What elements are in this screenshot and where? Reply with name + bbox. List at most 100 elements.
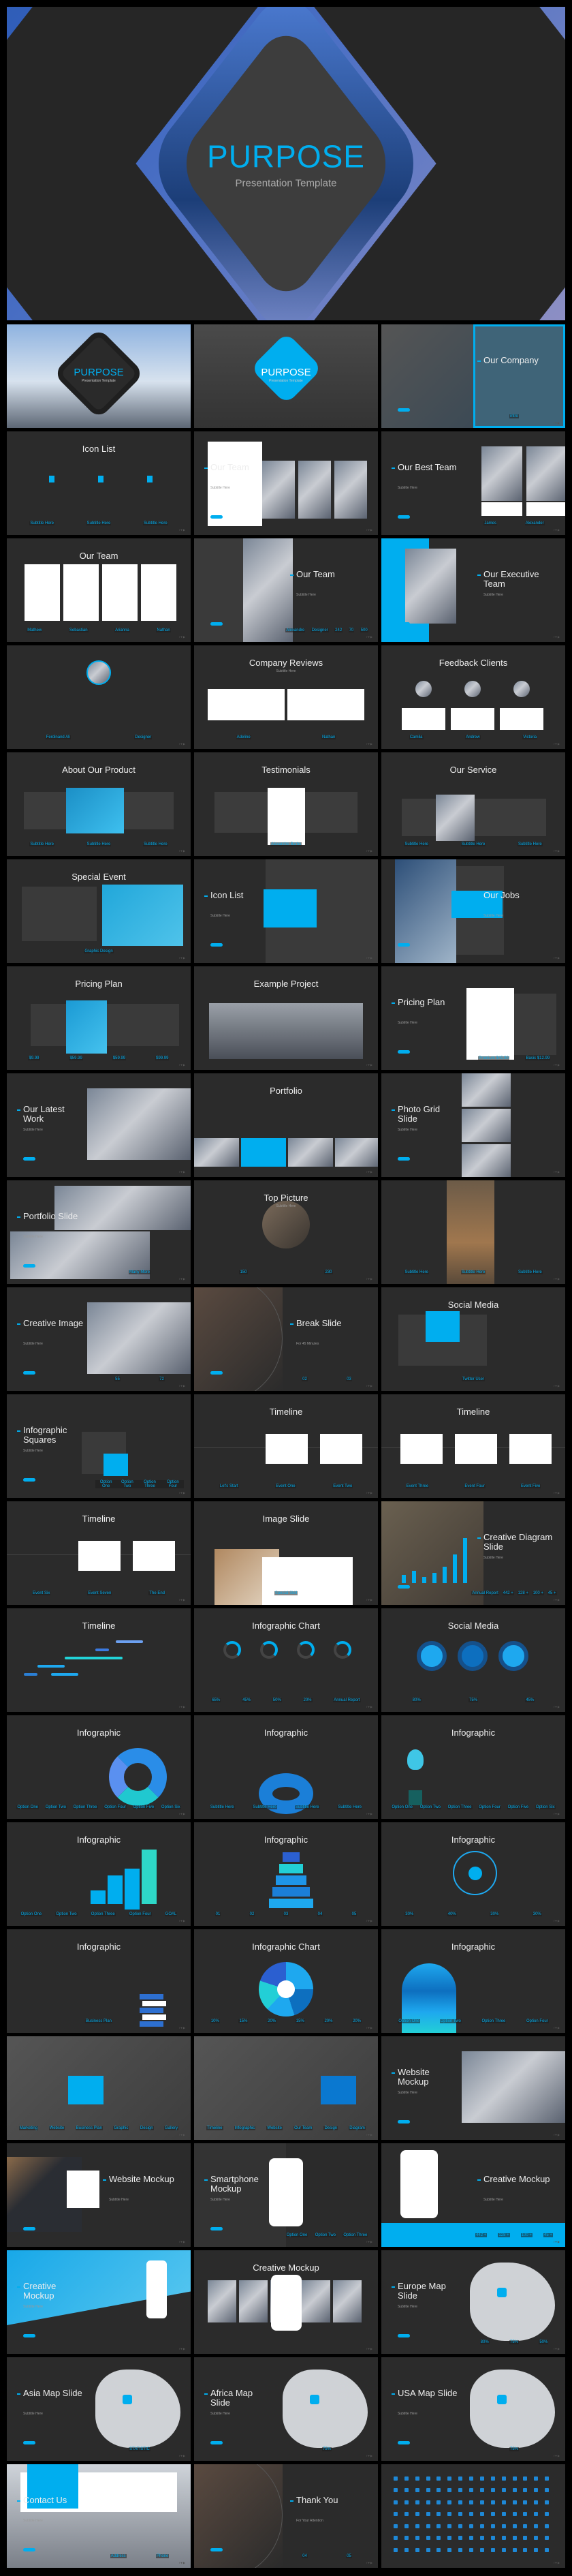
slide-thumbnail[interactable]: Marketing Website Business Plan Graphic Desi… bbox=[7, 2036, 191, 2140]
slide-thumbnail[interactable]: Our Company intro f ♥ ▶ bbox=[381, 324, 565, 428]
learn-more-button[interactable] bbox=[23, 1264, 35, 1268]
slide-title: Creative Image bbox=[17, 1318, 84, 1328]
slide-thumbnail[interactable]: Our Best Team Subtitle Here James Alexander… bbox=[381, 431, 565, 535]
slide-thumbnail[interactable]: Creative Mockup Subtitle Here f ♥ ▶ bbox=[7, 2250, 191, 2354]
learn-more-button[interactable] bbox=[398, 1050, 410, 1054]
slide-thumbnail[interactable]: Website Mockup Subtitle Here f ♥ ▶ bbox=[381, 2036, 565, 2140]
slide-thumbnail[interactable]: Creative Mockup f ♥ ▶ bbox=[194, 2250, 378, 2354]
slide-thumbnail[interactable]: Creative Image Subtitle Here 55 72 f ♥ ▶ bbox=[7, 1287, 191, 1391]
slide-thumbnail[interactable]: Africa Map Slide Subtitle Here 75% f ♥ ▶ bbox=[194, 2357, 378, 2461]
slide-thumbnail[interactable]: USA Map Slide Subtitle Here 75% f ♥ ▶ bbox=[381, 2357, 565, 2461]
slide-thumbnail[interactable]: Infographic Option One Option Two Option Th… bbox=[7, 1715, 191, 1819]
learn-more-button[interactable] bbox=[210, 2227, 223, 2230]
map-shape bbox=[470, 2263, 555, 2341]
learn-more-button[interactable] bbox=[210, 622, 223, 626]
slide-thumbnail[interactable]: About Our Product Subtitle Here Subtitle H… bbox=[7, 752, 191, 856]
learn-more-button[interactable] bbox=[398, 408, 410, 412]
hero-cover-slide[interactable]: PURPOSE Presentation Template bbox=[7, 7, 565, 320]
slide-thumbnail[interactable]: Thank You For Your Attention 04 05 f ♥ ▶ bbox=[194, 2464, 378, 2568]
slide-thumbnail[interactable]: Social Media Twitter User f ♥ ▶ bbox=[381, 1287, 565, 1391]
slide-thumbnail[interactable]: Contact Us Subtitle Here Address Phone f ♥ ▶ bbox=[7, 2464, 191, 2568]
slide-thumbnail[interactable]: Pricing Plan $9.99 $59.99 $59.99 $99.99 f ♥ ▶ bbox=[7, 966, 191, 1070]
slide-label: $99.99 bbox=[155, 1056, 170, 1060]
slide-thumbnail[interactable]: Infographic Chart 65% 45% 50% 20% Annual Repo… bbox=[194, 1608, 378, 1712]
slide-thumbnail[interactable]: Our Jobs Subtitle Here f ♥ ▶ bbox=[381, 859, 565, 963]
slide-thumbnail[interactable]: Image Slide Special Skill f ♥ ▶ bbox=[194, 1501, 378, 1605]
learn-more-button[interactable] bbox=[23, 1371, 35, 1375]
learn-more-button[interactable] bbox=[23, 2334, 35, 2337]
slide-thumbnail[interactable]: Our Service Subtitle Here Subtitle Here Sub… bbox=[381, 752, 565, 856]
social-footer-icons: f ♥ ▶ bbox=[366, 2133, 372, 2136]
slide-thumbnail[interactable]: Infographic Chart 10% 15% 20% 15% 20% 20% f ♥ ▶ bbox=[194, 1929, 378, 2033]
slide-thumbnail[interactable]: Example Project f ♥ ▶ bbox=[194, 966, 378, 1070]
slide-thumbnail[interactable]: Testimonials Alexandre Barbs f ♥ ▶ bbox=[194, 752, 378, 856]
slide-thumbnail[interactable]: Timeline Let's Start Event One Event Two f ♥… bbox=[194, 1394, 378, 1498]
learn-more-button[interactable] bbox=[210, 943, 223, 947]
slide-thumbnail[interactable]: Photo Grid Slide Subtitle Here f ♥ ▶ bbox=[381, 1073, 565, 1177]
slide-thumbnail[interactable]: Infographic Option One Option Two Option Th… bbox=[381, 1929, 565, 2033]
learn-more-button[interactable] bbox=[398, 622, 410, 626]
icon-glyph bbox=[501, 2512, 506, 2517]
slide-thumbnail[interactable]: Company Reviews Subtitle Here Adeline Natha… bbox=[194, 645, 378, 749]
learn-more-button[interactable] bbox=[210, 2548, 223, 2551]
slide-thumbnail[interactable]: Our Team Subtitle Here Alexandre Designer 24… bbox=[194, 538, 378, 642]
slide-label: Let's Start bbox=[219, 1484, 239, 1488]
learn-more-button[interactable] bbox=[210, 515, 223, 519]
slide-thumbnail[interactable]: Website Mockup Subtitle Here f ♥ ▶ bbox=[7, 2143, 191, 2247]
learn-more-button[interactable] bbox=[398, 1157, 410, 1161]
learn-more-button[interactable] bbox=[23, 2441, 35, 2444]
learn-more-button[interactable] bbox=[398, 2334, 410, 2337]
slide-thumbnail[interactable]: Portfolio Slide Subtitle Here Many More f ♥… bbox=[7, 1180, 191, 1284]
slide-thumbnail[interactable]: Ferdinand Ali Designer f ♥ ▶ bbox=[7, 645, 191, 749]
slide-thumbnail[interactable]: Feedback Clients Camila Andrew Victoria f ♥ … bbox=[381, 645, 565, 749]
slide-thumbnail[interactable]: Our Team Mathew Sebastian Arianna Nathan f ♥ … bbox=[7, 538, 191, 642]
smartphone bbox=[400, 2150, 438, 2218]
slide-thumbnail[interactable]: Our Latest Work Subtitle Here f ♥ ▶ bbox=[7, 1073, 191, 1177]
learn-more-button[interactable] bbox=[23, 2227, 35, 2230]
slide-thumbnail[interactable]: Our Executive Team Subtitle Here f ♥ ▶ bbox=[381, 538, 565, 642]
learn-more-button[interactable] bbox=[23, 1478, 35, 1482]
slide-thumbnail[interactable]: Icon List Subtitle Here Subtitle Here Subti… bbox=[7, 431, 191, 535]
slide-thumbnail[interactable]: Infographic Option One Option Two Option Th… bbox=[381, 1715, 565, 1819]
learn-more-button[interactable] bbox=[398, 1585, 410, 1589]
slide-thumbnail[interactable]: Infographic Subtitle Here Subtitle Here Sub… bbox=[194, 1715, 378, 1819]
learn-more-button[interactable] bbox=[398, 2441, 410, 2444]
slide-label: Option Four bbox=[525, 2019, 549, 2023]
slide-thumbnail[interactable]: Break Slide For 45 Minutes 02 03 f ♥ ▶ bbox=[194, 1287, 378, 1391]
slide-thumbnail[interactable]: Asia Map Slide Subtitle Here STATISTIC f ♥ … bbox=[7, 2357, 191, 2461]
slide-thumbnail[interactable]: Timeline Infographic Website Our Team Design… bbox=[194, 2036, 378, 2140]
slide-thumbnail[interactable]: Timeline Event Three Event Four Event Five f… bbox=[381, 1394, 565, 1498]
slide-thumbnail[interactable]: Infographic Option One Option Two Option Th… bbox=[7, 1822, 191, 1926]
slide-thumbnail[interactable]: Top Picture Subtitle Here 150 230 f ♥ ▶ bbox=[194, 1180, 378, 1284]
learn-more-button[interactable] bbox=[398, 515, 410, 519]
slide-thumbnail[interactable]: Our Team Subtitle Here f ♥ ▶ bbox=[194, 431, 378, 535]
slide-thumbnail[interactable]: Infographic Business Plan f ♥ ▶ bbox=[7, 1929, 191, 2033]
learn-more-button[interactable] bbox=[23, 2548, 35, 2551]
learn-more-button[interactable] bbox=[210, 1371, 223, 1375]
slide-thumbnail[interactable]: f ♥ ▶ bbox=[381, 2464, 565, 2568]
slide-thumbnail[interactable]: Portfolio f ♥ ▶ bbox=[194, 1073, 378, 1177]
learn-more-button[interactable] bbox=[398, 943, 410, 947]
slide-thumbnail[interactable]: Creative Mockup Subtitle Here 442 + 128 + 10… bbox=[381, 2143, 565, 2247]
slide-thumbnail[interactable]: Infographic 01 02 03 04 05 f ♥ ▶ bbox=[194, 1822, 378, 1926]
slide-thumbnail[interactable]: Subtitle Here Subtitle Here Subtitle Here f… bbox=[381, 1180, 565, 1284]
slide-thumbnail[interactable]: Smartphone Mockup Subtitle Here Option One… bbox=[194, 2143, 378, 2247]
slide-thumbnail[interactable]: Timeline f ♥ ▶ bbox=[7, 1608, 191, 1712]
slide-thumbnail[interactable]: Pricing Plan Subtitle Here Premium $49.99 B… bbox=[381, 966, 565, 1070]
slide-thumbnail[interactable]: Europe Map Slide Subtitle Here 80% 75% 50% f … bbox=[381, 2250, 565, 2354]
learn-more-button[interactable] bbox=[398, 2120, 410, 2123]
icon-glyph bbox=[501, 2524, 506, 2528]
learn-more-button[interactable] bbox=[398, 2227, 410, 2230]
slide-thumbnail[interactable]: Creative Diagram Slide Subtitle Here Annua… bbox=[381, 1501, 565, 1605]
slide-thumbnail[interactable]: Timeline Event Six Event Seven The End f ♥ ▶ bbox=[7, 1501, 191, 1605]
slide-thumbnail[interactable]: Infographic Squares Subtitle Here Option O… bbox=[7, 1394, 191, 1498]
learn-more-button[interactable] bbox=[23, 1157, 35, 1161]
learn-more-button[interactable] bbox=[210, 2441, 223, 2444]
slide-thumbnail[interactable]: Icon List Subtitle Here f ♥ ▶ bbox=[194, 859, 378, 963]
slide-thumbnail[interactable]: PURPOSE Presentation Template bbox=[194, 324, 378, 428]
slide-thumbnail[interactable]: PURPOSE Presentation Template bbox=[7, 324, 191, 428]
donut-chart bbox=[297, 1641, 315, 1659]
slide-thumbnail[interactable]: Special Event Graphic Design f ♥ ▶ bbox=[7, 859, 191, 963]
slide-thumbnail[interactable]: Infographic 30% 40% 30% 30% f ♥ ▶ bbox=[381, 1822, 565, 1926]
slide-thumbnail[interactable]: Social Media 80% 75% 45% f ♥ ▶ bbox=[381, 1608, 565, 1712]
